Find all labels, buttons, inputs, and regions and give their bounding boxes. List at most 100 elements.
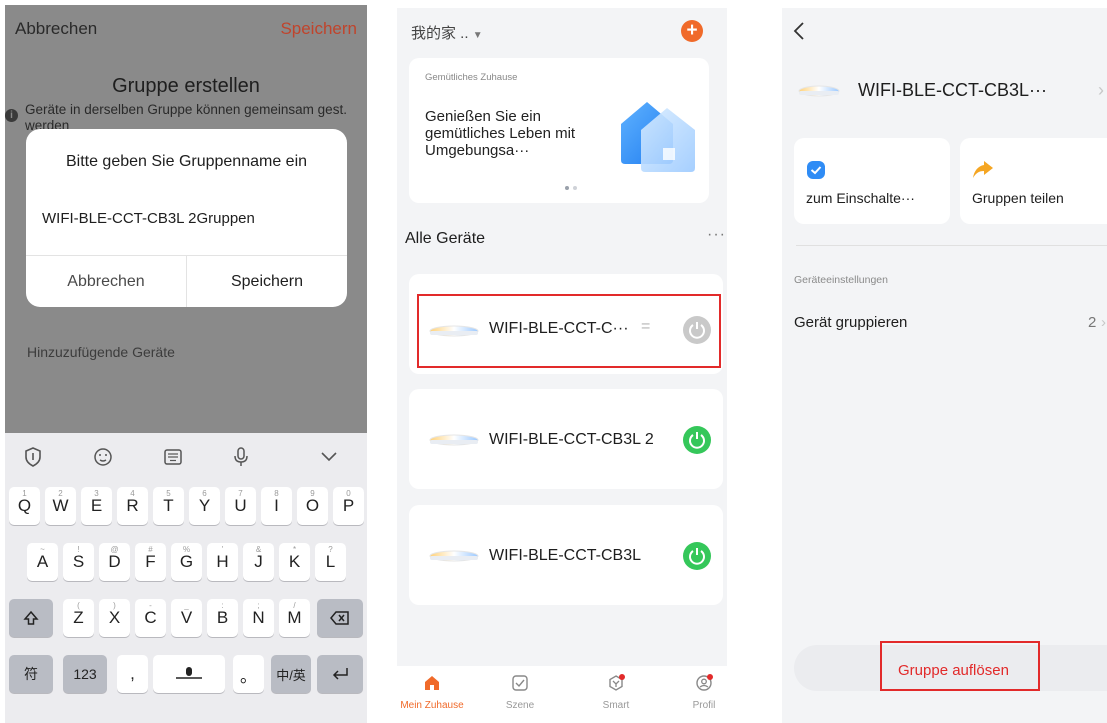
tab-smart[interactable]: Smart xyxy=(581,674,651,711)
space-key[interactable] xyxy=(153,655,225,693)
key-j[interactable]: & J xyxy=(243,543,274,581)
promo-banner[interactable]: Gemütliches Zuhause Genießen Sie ein gem… xyxy=(409,58,709,203)
more-options-button[interactable]: ··· xyxy=(707,226,726,244)
keyboard-icon[interactable] xyxy=(159,445,187,469)
key-r[interactable]: 4R xyxy=(117,487,148,525)
key-p[interactable]: 0P xyxy=(333,487,364,525)
key-o[interactable]: 9O xyxy=(297,487,328,525)
key-d[interactable]: @ D xyxy=(99,543,130,581)
key-n[interactable]: ; N xyxy=(243,599,274,637)
key-y[interactable]: 6Y xyxy=(189,487,220,525)
shield-icon[interactable] xyxy=(19,445,47,469)
emoji-icon[interactable] xyxy=(89,445,117,469)
key-g[interactable]: % G xyxy=(171,543,202,581)
backspace-key[interactable] xyxy=(317,599,363,637)
key-b[interactable]: :B xyxy=(207,599,238,637)
key-k[interactable]: * K xyxy=(279,543,310,581)
key-e[interactable]: 3E xyxy=(81,487,112,525)
carousel-dots xyxy=(561,186,581,192)
highlight-box xyxy=(880,641,1040,691)
key-a[interactable]: ~ A xyxy=(27,543,58,581)
ceiling-lamp-icon xyxy=(429,434,479,446)
chevron-down-icon[interactable] xyxy=(315,445,343,469)
dialog-save-button[interactable]: Speichern xyxy=(187,256,347,307)
power-on-card[interactable]: zum Einschalte··· xyxy=(794,138,950,224)
key-t[interactable]: 5T xyxy=(153,487,184,525)
info-text: Geräte in derselben Gruppe können gemein… xyxy=(25,102,347,130)
key-h[interactable]: ' H xyxy=(207,543,238,581)
comma-key[interactable]: , xyxy=(117,655,148,693)
power-button[interactable] xyxy=(683,542,711,570)
numbers-key[interactable]: 123 xyxy=(63,655,107,693)
key-m[interactable]: / M xyxy=(279,599,310,637)
symbols-key[interactable]: 符 xyxy=(9,655,53,693)
key-v[interactable]: _ V xyxy=(171,599,202,637)
enter-key[interactable] xyxy=(317,655,363,693)
tab-home[interactable]: Mein Zuhause xyxy=(397,674,467,711)
dialog-cancel-button[interactable]: Abbrechen xyxy=(26,256,187,307)
banner-small-text: Gemütliches Zuhause xyxy=(425,72,518,83)
device-name: WIFI-BLE-CCT-CB3L xyxy=(489,547,642,564)
caret-down-icon: ▼ xyxy=(472,30,483,41)
top-nav-bar: Abbrechen Speichern xyxy=(5,5,367,55)
enter-icon xyxy=(332,668,348,680)
smart-icon xyxy=(609,674,625,691)
cancel-button[interactable]: Abbrechen xyxy=(15,19,97,39)
key-w[interactable]: 2W xyxy=(45,487,76,525)
key-f[interactable]: # F xyxy=(135,543,166,581)
microphone-icon[interactable] xyxy=(227,445,255,469)
device-settings-label: Geräteeinstellungen xyxy=(794,274,888,286)
key-i[interactable]: 8I xyxy=(261,487,292,525)
highlight-box xyxy=(417,294,721,368)
tab-profile[interactable]: Profil xyxy=(669,674,727,711)
key-c[interactable]: -C xyxy=(135,599,166,637)
save-button[interactable]: Speichern xyxy=(280,19,357,39)
checkbox-icon xyxy=(512,675,528,691)
home-selector[interactable]: 我的家 .. ▼ xyxy=(411,22,483,43)
shift-key[interactable] xyxy=(9,599,53,637)
tab-scene[interactable]: Szene xyxy=(485,674,555,711)
device-name: WIFI-BLE-CCT-CB3L 2 xyxy=(489,431,654,448)
back-button[interactable] xyxy=(792,20,812,42)
power-on-label: zum Einschalte··· xyxy=(806,190,915,206)
group-name-input[interactable] xyxy=(42,205,332,231)
key-s[interactable]: ! S xyxy=(63,543,94,581)
create-group-screen: Abbrechen Speichern Gruppe erstellen i G… xyxy=(5,5,367,723)
share-arrow-icon xyxy=(973,161,993,178)
period-key[interactable]: 。 xyxy=(233,655,264,693)
banner-main-text: Genießen Sie ein gemütliches Leben mit U… xyxy=(425,108,576,159)
info-icon: i xyxy=(5,109,18,122)
group-devices-count: 2 xyxy=(1088,314,1097,331)
group-name[interactable]: WIFI-BLE-CCT-CB3L··· xyxy=(858,80,1047,101)
shift-icon xyxy=(23,610,39,625)
divider xyxy=(796,245,1107,246)
voice-icon xyxy=(176,667,202,679)
devices-to-add-label: Hinzuzufügende Geräte xyxy=(27,344,175,360)
key-l[interactable]: ? L xyxy=(315,543,346,581)
power-icon xyxy=(689,432,705,449)
key-z[interactable]: (Z xyxy=(63,599,94,637)
dialog-actions: Abbrechen Speichern xyxy=(26,255,347,307)
home-icon xyxy=(425,676,439,690)
key-q[interactable]: 1Q xyxy=(9,487,40,525)
device-card[interactable]: WIFI-BLE-CCT-CB3L 2 xyxy=(409,389,723,489)
chevron-right-icon: › xyxy=(1098,80,1104,100)
check-shield-icon xyxy=(807,161,825,179)
house-illustration-icon xyxy=(621,102,695,172)
key-u[interactable]: 7U xyxy=(225,487,256,525)
add-device-button[interactable]: + xyxy=(681,20,703,42)
power-icon xyxy=(689,548,705,565)
home-title: 我的家 .. xyxy=(411,25,469,42)
language-key[interactable]: 中/英 xyxy=(271,655,311,693)
page-title: Gruppe erstellen xyxy=(112,75,260,97)
group-devices-row[interactable]: Gerät gruppieren xyxy=(794,314,907,331)
share-group-card[interactable]: Gruppen teilen xyxy=(960,138,1107,224)
power-button[interactable] xyxy=(683,426,711,454)
device-card[interactable]: WIFI-BLE-CCT-CB3L xyxy=(409,505,723,605)
ceiling-lamp-icon xyxy=(798,85,840,97)
all-devices-title: Alle Geräte xyxy=(405,230,486,247)
dialog-title: Bitte geben Sie Gruppenname ein xyxy=(65,153,308,170)
backspace-icon xyxy=(330,611,349,625)
group-detail-screen: WIFI-BLE-CCT-CB3L··· › zum Einschalte···… xyxy=(782,8,1107,723)
key-x[interactable]: ) X xyxy=(99,599,130,637)
